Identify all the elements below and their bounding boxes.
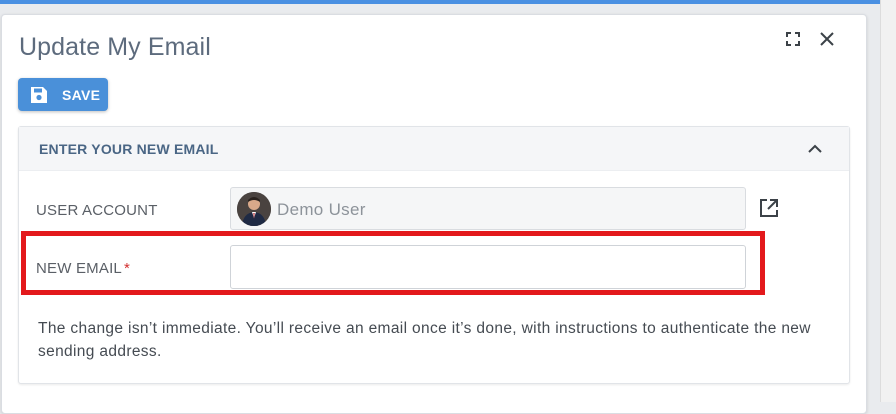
save-button[interactable]: SAVE [18, 78, 108, 111]
open-in-new-icon[interactable] [758, 197, 780, 219]
update-email-dialog: Update My Email SAVE ENTER YOUR NEW EMAI… [1, 14, 867, 414]
app-top-bar [0, 0, 896, 4]
close-icon [820, 32, 834, 46]
user-account-field: Demo User [230, 187, 746, 230]
close-button[interactable] [816, 28, 838, 50]
user-account-label: USER ACCOUNT [36, 202, 158, 219]
save-button-label: SAVE [62, 86, 101, 103]
new-email-label-text: NEW EMAIL [36, 260, 122, 277]
panel-title: ENTER YOUR NEW EMAIL [39, 141, 219, 157]
dialog-title: Update My Email [19, 33, 211, 61]
new-email-input[interactable] [230, 245, 746, 289]
required-marker: * [123, 260, 131, 277]
maximize-button[interactable] [782, 28, 804, 50]
new-email-panel: ENTER YOUR NEW EMAIL USER ACCOUNT Demo U… [18, 126, 850, 384]
user-account-value: Demo User [277, 200, 366, 219]
panel-header[interactable]: ENTER YOUR NEW EMAIL [19, 127, 849, 171]
avatar [237, 192, 271, 226]
maximize-icon [786, 32, 800, 46]
new-email-label: NEW EMAIL * [36, 260, 130, 277]
save-icon [29, 85, 49, 105]
page-scrollbar[interactable] [880, 0, 896, 402]
info-note: The change isn’t immediate. You’ll recei… [38, 320, 811, 360]
chevron-up-icon[interactable] [805, 139, 825, 159]
